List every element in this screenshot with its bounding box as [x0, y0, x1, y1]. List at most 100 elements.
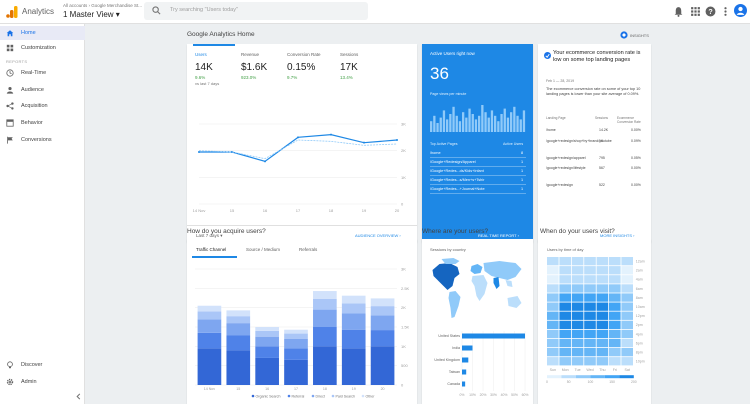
apps-icon[interactable] [690, 6, 701, 17]
heatmap-cell[interactable] [621, 266, 633, 275]
heatmap-cell[interactable] [571, 320, 584, 329]
heatmap-cell[interactable] [621, 311, 633, 320]
account-breadcrumb[interactable]: All accounts › Google Merchandise St... [63, 3, 142, 8]
stacked-bar-segment[interactable] [226, 316, 251, 324]
heatmap-cell[interactable] [559, 275, 571, 284]
heatmap-cell[interactable] [547, 293, 559, 302]
more-vert-icon[interactable] [720, 6, 731, 17]
heatmap-cell[interactable] [571, 302, 584, 311]
heatmap-cell[interactable] [547, 320, 559, 329]
heatmap-cell[interactable] [547, 257, 559, 266]
heatmap-cell[interactable] [621, 320, 633, 329]
heatmap-cell[interactable] [609, 357, 621, 366]
tab-referrals[interactable]: Referrals [299, 247, 317, 252]
heatmap-cell[interactable] [559, 302, 571, 311]
heatmap-cell[interactable] [547, 348, 559, 357]
heatmap-cell[interactable] [584, 302, 596, 311]
stacked-bar-segment[interactable] [313, 327, 337, 347]
heatmap-cell[interactable] [547, 284, 559, 293]
heatmap-cell[interactable] [547, 329, 559, 339]
heatmap-cell[interactable] [571, 338, 584, 348]
stacked-bar-segment[interactable] [313, 291, 337, 299]
stacked-bar-segment[interactable] [197, 332, 222, 349]
stacked-bar-segment[interactable] [255, 327, 279, 331]
sidebar-item-home[interactable]: Home [0, 26, 85, 40]
landing-page-path[interactable]: /google+redesign/lifestyle [546, 166, 590, 170]
data-point[interactable] [330, 133, 332, 136]
data-point[interactable] [264, 160, 266, 163]
stacked-bar-segment[interactable] [255, 357, 279, 385]
heatmap-cell[interactable] [559, 329, 571, 339]
stacked-bar-segment[interactable] [370, 330, 395, 347]
world-map[interactable] [427, 256, 528, 324]
heatmap-cell[interactable] [559, 311, 571, 320]
stacked-bar-segment[interactable] [341, 303, 366, 314]
country-bar[interactable] [462, 369, 467, 375]
heatmap-cell[interactable] [584, 320, 596, 329]
data-point[interactable] [396, 139, 398, 141]
country-bar[interactable] [462, 345, 473, 351]
heatmap-cell[interactable] [621, 284, 633, 293]
stacked-bar-segment[interactable] [284, 329, 308, 334]
metric-sessions[interactable]: Sessions 17K 13.4% [338, 44, 380, 104]
data-point[interactable] [198, 151, 200, 153]
sidebar-item-admin[interactable]: Admin [0, 375, 85, 389]
tab-traffic-channel[interactable]: Traffic Channel [196, 247, 226, 252]
heatmap-cell[interactable] [559, 293, 571, 302]
heatmap-cell[interactable] [596, 284, 609, 293]
heatmap-cell[interactable] [621, 293, 633, 302]
heatmap-cell[interactable] [621, 348, 633, 357]
sidebar-item-discover[interactable]: Discover [0, 358, 85, 372]
heatmap-cell[interactable] [559, 266, 571, 275]
heatmap-cell[interactable] [571, 348, 584, 357]
stacked-bar-segment[interactable] [197, 305, 222, 312]
country-bar[interactable] [462, 357, 469, 363]
stacked-bar-segment[interactable] [313, 346, 337, 385]
metric-users[interactable]: Users 14K 9.6% vs last 7 days [193, 44, 235, 104]
heatmap-cell[interactable] [571, 293, 584, 302]
tab-source-medium[interactable]: Source / Medium [246, 247, 280, 252]
bell-icon[interactable] [673, 6, 684, 17]
stacked-bar-segment[interactable] [197, 311, 222, 320]
heatmap-cell[interactable] [571, 284, 584, 293]
stacked-bar-segment[interactable] [284, 338, 308, 349]
collapse-sidebar-icon[interactable] [75, 393, 82, 400]
stacked-bar-segment[interactable] [341, 295, 366, 304]
analytics-logo[interactable] [5, 5, 19, 19]
heatmap-cell[interactable] [571, 357, 584, 366]
heatmap-cell[interactable] [621, 257, 633, 266]
stacked-bar-segment[interactable] [370, 306, 395, 316]
landing-page-path[interactable]: /google+redesign/shop+by+brand/youtube [546, 139, 612, 143]
heatmap-cell[interactable] [547, 302, 559, 311]
stacked-bar-segment[interactable] [226, 310, 251, 317]
landing-page-path[interactable]: /home [546, 128, 590, 132]
audience-overview-link[interactable]: AUDIENCE OVERVIEW › [355, 233, 401, 238]
heatmap-cell[interactable] [584, 284, 596, 293]
insights-button[interactable]: INSIGHTS [630, 33, 649, 38]
stacked-bar-segment[interactable] [370, 346, 395, 385]
stacked-bar-segment[interactable] [370, 315, 395, 331]
stacked-bar-segment[interactable] [284, 359, 308, 385]
heatmap-cell[interactable] [584, 257, 596, 266]
heatmap-cell[interactable] [609, 302, 621, 311]
metric-revenue[interactable]: Revenue $1.6K 923.0% [239, 44, 281, 104]
heatmap-cell[interactable] [596, 348, 609, 357]
heatmap-cell[interactable] [596, 357, 609, 366]
heatmap-cell[interactable] [547, 338, 559, 348]
stacked-bar-segment[interactable] [255, 330, 279, 337]
heatmap-cell[interactable] [596, 329, 609, 339]
heatmap-cell[interactable] [584, 275, 596, 284]
heatmap-cell[interactable] [621, 338, 633, 348]
heatmap-cell[interactable] [621, 302, 633, 311]
heatmap-cell[interactable] [571, 257, 584, 266]
account-avatar-icon[interactable] [734, 4, 747, 17]
country-bar[interactable] [462, 333, 525, 339]
heatmap-cell[interactable] [609, 275, 621, 284]
heatmap-cell[interactable] [584, 293, 596, 302]
sidebar-item-customization[interactable]: Customization [0, 41, 85, 55]
active-page-path[interactable]: /Google+Redes...+Journal+Note [430, 187, 485, 191]
heatmap-cell[interactable] [559, 357, 571, 366]
metric-conversion-rate[interactable]: Conversion Rate 0.15% 9.7% [285, 44, 335, 104]
heatmap-cell[interactable] [559, 284, 571, 293]
heatmap-cell[interactable] [609, 348, 621, 357]
